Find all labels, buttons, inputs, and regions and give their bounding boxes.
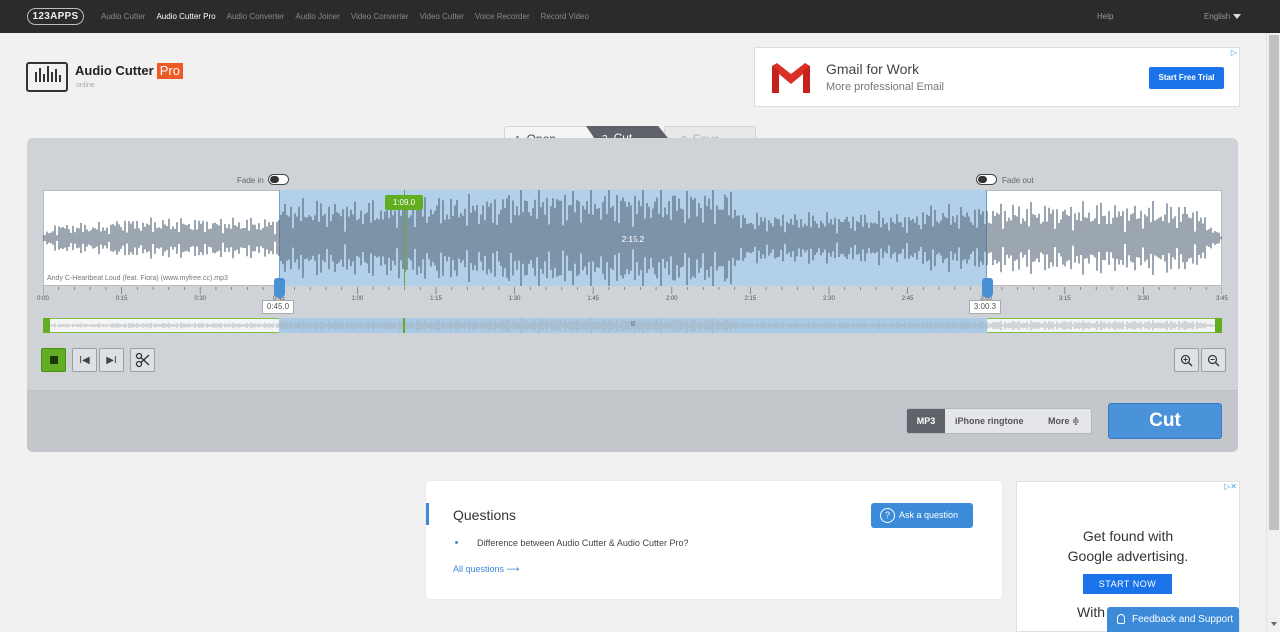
tick-label: 3:15 [1058, 296, 1071, 302]
audio-cutter-logo-icon [26, 62, 68, 92]
timeline-ruler [43, 287, 1222, 294]
tick-label: 0:30 [194, 296, 207, 302]
scrollbar-thumb[interactable] [1269, 35, 1279, 530]
overview-playhead [403, 318, 405, 333]
track-filename: Andy C-Heartbeat Loud (feat. Fiora) (www… [47, 275, 228, 282]
nav-links: Audio Cutter Audio Cutter Pro Audio Conv… [101, 0, 600, 33]
tick-label: 0:15 [115, 296, 128, 302]
skip-end-icon: ▶I [106, 354, 117, 366]
nav-link-record-video[interactable]: Record Video [541, 12, 589, 21]
questions-section: Questions ? Ask a question Difference be… [426, 481, 1002, 599]
fade-in-toggle[interactable] [268, 174, 289, 185]
nav-link-voice-recorder[interactable]: Voice Recorder [475, 12, 530, 21]
caret-down-icon [1233, 14, 1242, 20]
tick-label: 3:45 [1216, 296, 1228, 302]
questions-accent-bar [426, 503, 429, 525]
skip-to-start-button[interactable]: I◀ [72, 348, 97, 372]
zoom-out-icon [1207, 354, 1220, 366]
ad-title: Gmail for Work [826, 61, 920, 77]
tick-label: 1:45 [587, 296, 600, 302]
stop-button[interactable] [41, 348, 66, 372]
tick-label: 1:00 [351, 296, 364, 302]
ask-question-label: Ask a question [899, 510, 959, 520]
app-subtitle: online [76, 82, 95, 89]
123apps-logo[interactable]: 123APPS [27, 8, 84, 25]
tick-label: 2:00 [665, 296, 678, 302]
help-link[interactable]: Help [1097, 12, 1113, 21]
nav-link-audio-cutter-pro[interactable]: Audio Cutter Pro [156, 12, 215, 21]
zoom-in-icon [1180, 354, 1193, 366]
start-free-trial-button[interactable]: Start Free Trial [1149, 67, 1224, 89]
all-questions-link[interactable]: All questions ⟶ [453, 564, 519, 575]
lightbulb-icon [1117, 614, 1125, 624]
gmail-ad-banner[interactable]: Gmail for Work More professional Email S… [754, 47, 1240, 107]
ad-line-2: Google advertising. [1067, 548, 1189, 564]
top-navigation: 123APPS Audio Cutter Audio Cutter Pro Au… [0, 0, 1280, 33]
zoom-in-button[interactable] [1174, 348, 1199, 372]
feedback-support-button[interactable]: Feedback and Support [1107, 607, 1239, 632]
ad-line-3: With [1077, 604, 1105, 620]
arrow-right-icon: ⟶ [506, 564, 520, 574]
scissors-icon [135, 352, 149, 368]
feedback-label: Feedback and Support [1132, 614, 1234, 625]
bullet-icon [455, 541, 458, 544]
language-label: English [1204, 12, 1231, 21]
overview-left-handle[interactable] [43, 318, 50, 333]
ad-choices-icon[interactable]: ▷✕ [1224, 482, 1237, 491]
page-scrollbar[interactable] [1266, 33, 1280, 632]
format-iphone-ringtone[interactable]: iPhone ringtone [955, 409, 1024, 433]
end-handle[interactable] [982, 278, 993, 298]
format-selector: MP3 iPhone ringtone More ≑ [906, 408, 1092, 434]
editor-panel [27, 138, 1238, 452]
tick-label: 2:30 [823, 296, 835, 302]
nav-link-audio-converter[interactable]: Audio Converter [227, 12, 285, 21]
fade-in-label: Fade in [237, 176, 264, 185]
cut-mode-button[interactable] [130, 348, 155, 372]
selection-duration: 2:15.2 [621, 235, 645, 244]
start-time[interactable]: 0:45.0 [262, 300, 294, 314]
ad-subtitle: More professional Email [826, 81, 944, 93]
format-more-label: More [1048, 416, 1070, 426]
tick-label: 3:30 [1137, 296, 1150, 302]
format-more-dropdown[interactable]: More ≑ [1048, 409, 1080, 433]
cut-button[interactable]: Cut [1108, 403, 1222, 439]
stop-icon [49, 356, 58, 364]
start-handle[interactable] [274, 278, 285, 298]
ad-choices-icon[interactable]: ▷ [1231, 48, 1237, 57]
skip-start-icon: I◀ [79, 354, 90, 366]
pro-badge: Pro [156, 63, 183, 79]
nav-link-video-cutter[interactable]: Video Cutter [420, 12, 464, 21]
fade-out-toggle[interactable] [976, 174, 997, 185]
start-now-button[interactable]: START NOW [1083, 574, 1172, 594]
gmail-logo-icon [772, 63, 810, 93]
ask-question-button[interactable]: ? Ask a question [871, 503, 973, 528]
app-title-text: Audio Cutter [75, 63, 154, 78]
zoom-out-button[interactable] [1201, 348, 1226, 372]
app-title: Audio Cutter Pro [75, 63, 183, 79]
fade-out-label: Fade out [1002, 176, 1034, 185]
ad-line-1: Get found with [1082, 528, 1174, 544]
overview-center-grip[interactable]: II [631, 321, 635, 328]
overview-right-handle[interactable] [1215, 318, 1222, 333]
end-time[interactable]: 3:00.3 [969, 300, 1001, 314]
language-selector[interactable]: English [1204, 12, 1242, 21]
nav-link-audio-joiner[interactable]: Audio Joiner [295, 12, 339, 21]
updown-arrows-icon: ≑ [1072, 416, 1080, 426]
question-mark-icon: ? [880, 508, 895, 523]
playhead-time: 1:09.0 [385, 195, 423, 210]
tick-label: 1:15 [430, 296, 442, 302]
tick-label: 2:15 [744, 296, 757, 302]
nav-link-video-converter[interactable]: Video Converter [351, 12, 409, 21]
all-questions-label: All questions [453, 564, 505, 574]
format-mp3[interactable]: MP3 [907, 409, 945, 433]
tick-label: 1:30 [508, 296, 521, 302]
questions-title: Questions [453, 507, 517, 523]
nav-link-audio-cutter[interactable]: Audio Cutter [101, 12, 145, 21]
scroll-down-arrow-icon[interactable] [1271, 622, 1277, 626]
tick-label: 2:45 [901, 296, 914, 302]
question-link[interactable]: Difference between Audio Cutter & Audio … [477, 538, 688, 548]
tick-label: 0:00 [37, 296, 49, 302]
skip-to-end-button[interactable]: ▶I [99, 348, 124, 372]
